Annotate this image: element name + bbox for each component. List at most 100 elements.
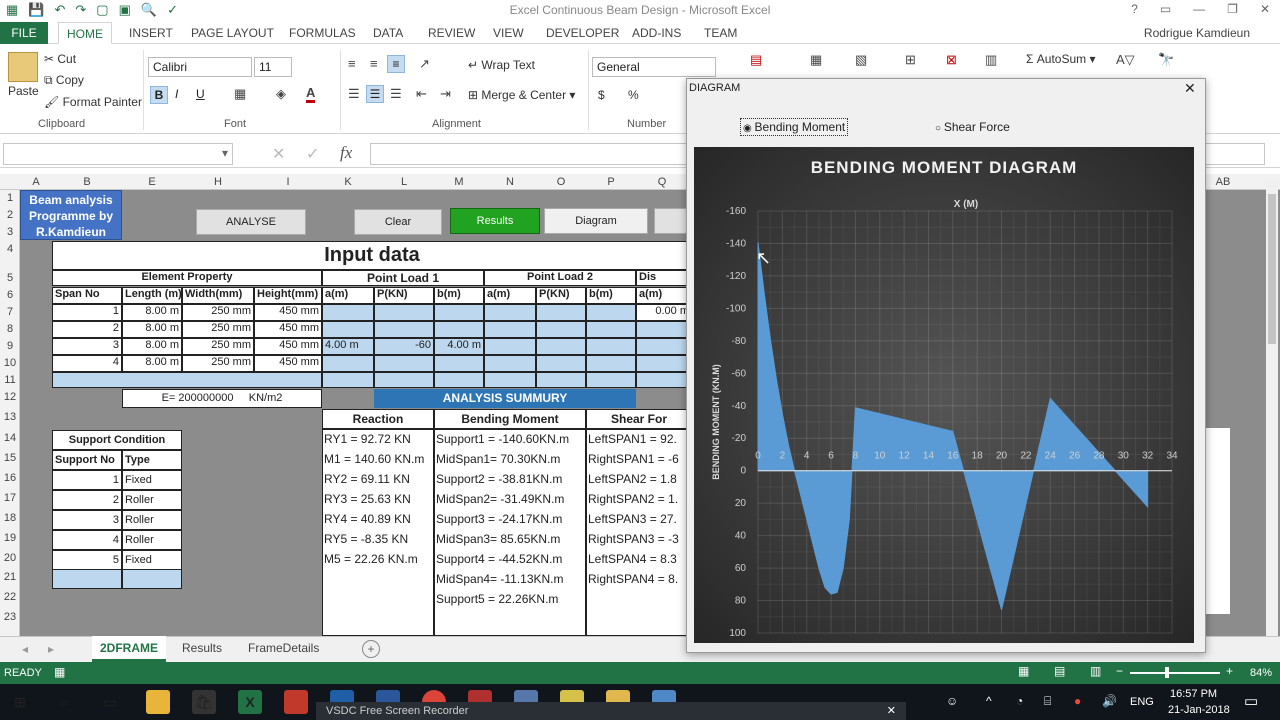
recorder-close-icon[interactable]: ✕ <box>887 702 896 720</box>
sheet-tab-framedetails[interactable]: FrameDetails <box>240 636 327 662</box>
zoom-out-icon[interactable]: − <box>1116 664 1123 678</box>
prev-sheet-icon[interactable]: ◂ <box>22 642 28 656</box>
load2-cell[interactable] <box>536 321 586 338</box>
format-table-icon[interactable]: ▦ <box>810 52 822 68</box>
load2-cell[interactable] <box>536 338 586 355</box>
tab-home[interactable]: HOME <box>58 22 112 44</box>
bold-button[interactable]: B <box>150 86 168 104</box>
span-cell[interactable] <box>322 304 374 321</box>
column-header-cell[interactable]: b(m) <box>434 287 484 304</box>
load2-cell[interactable] <box>484 355 536 372</box>
row-6[interactable]: 6 <box>0 289 20 305</box>
column-header-cell[interactable]: P(KN) <box>374 287 434 304</box>
col-m[interactable]: M <box>434 174 484 190</box>
column-header-cell[interactable]: a(m) <box>484 287 536 304</box>
shear-value[interactable]: RightSPAN4 = 8. <box>588 572 688 586</box>
next-sheet-icon[interactable]: ▸ <box>48 642 54 656</box>
element-property-heading[interactable]: Element Property <box>52 270 322 286</box>
clear-button[interactable]: Clear <box>354 209 442 235</box>
analyse-button[interactable]: ANALYSE <box>196 209 306 235</box>
tab-formulas[interactable]: FORMULAS <box>289 22 356 44</box>
bending-value[interactable]: Support5 = 22.26KN.m <box>436 592 586 606</box>
find-select-icon[interactable]: 🔭 <box>1158 52 1174 68</box>
paste-icon[interactable] <box>8 52 38 82</box>
load2-cell[interactable] <box>536 355 586 372</box>
row-14[interactable]: 14 <box>0 432 20 448</box>
title-cell[interactable]: Beam analysis Programme by R.Kamdieun <box>20 190 122 240</box>
delete-cells-icon[interactable]: ⊠ <box>946 52 957 68</box>
col-a[interactable]: A <box>20 174 52 190</box>
help-icon[interactable]: ? <box>1131 2 1138 16</box>
col-h[interactable]: H <box>182 174 254 190</box>
row-10[interactable]: 10 <box>0 357 20 373</box>
language-indicator[interactable]: ENG <box>1130 696 1154 708</box>
reaction-value[interactable]: M5 = 22.26 KN.m <box>324 552 434 566</box>
row-9[interactable]: 9 <box>0 340 20 356</box>
row-1[interactable]: 1 <box>0 192 20 208</box>
row-18[interactable]: 18 <box>0 512 20 528</box>
col-n[interactable]: N <box>484 174 536 190</box>
row-7[interactable]: 7 <box>0 306 20 322</box>
blank-cell[interactable] <box>322 372 374 388</box>
conditional-formatting-icon[interactable]: ▤ <box>750 52 762 68</box>
span-cell[interactable]: 250 mm <box>182 321 254 338</box>
wifi-icon[interactable]: ◔ <box>1016 694 1023 708</box>
blank-row[interactable] <box>52 372 322 388</box>
shear-value[interactable]: LeftSPAN4 = 8.3 <box>588 552 688 566</box>
reaction-value[interactable]: M1 = 140.60 KN.m <box>324 452 434 466</box>
bending-value[interactable]: Support1 = -140.60KN.m <box>436 432 586 446</box>
support-no-cell[interactable]: 1 <box>52 470 122 490</box>
span-cell[interactable]: 250 mm <box>182 355 254 372</box>
sort-filter-icon[interactable]: A▽ <box>1116 52 1135 68</box>
span-cell[interactable] <box>434 321 484 338</box>
font-name-select[interactable]: Calibri <box>148 57 252 77</box>
bending-moment-heading[interactable]: Bending Moment <box>434 409 586 429</box>
shear-value[interactable]: LeftSPAN1 = 92. <box>588 432 688 446</box>
span-cell[interactable] <box>322 355 374 372</box>
span-cell[interactable]: 250 mm <box>182 338 254 355</box>
row-23[interactable]: 23 <box>0 611 20 627</box>
column-header-cell[interactable]: b(m) <box>586 287 636 304</box>
store-icon[interactable]: 🛍 <box>192 690 216 714</box>
span-cell[interactable]: 2 <box>52 321 122 338</box>
bending-value[interactable]: Support2 = -38.81KN.m <box>436 472 586 486</box>
add-sheet-icon[interactable]: + <box>362 640 380 658</box>
cancel-icon[interactable]: ✕ <box>272 144 285 164</box>
row-11[interactable]: 11 <box>0 374 20 390</box>
shear-value[interactable]: LeftSPAN2 = 1.8 <box>588 472 688 486</box>
people-icon[interactable]: ☺ <box>946 694 958 708</box>
support-type-cell[interactable]: Roller <box>122 530 182 550</box>
reaction-heading[interactable]: Reaction <box>322 409 434 429</box>
tab-file[interactable]: FILE <box>0 22 48 44</box>
format-cells-icon[interactable]: ▥ <box>985 52 997 68</box>
col-e[interactable]: E <box>122 174 182 190</box>
underline-button[interactable]: U <box>196 87 205 101</box>
shear-value[interactable]: LeftSPAN3 = 27. <box>588 512 688 526</box>
name-box[interactable] <box>3 143 233 165</box>
format-painter-button[interactable]: 🖌 Format Painter <box>44 95 142 109</box>
blank-cell[interactable] <box>374 372 434 388</box>
dist-load-cell[interactable] <box>636 338 692 355</box>
restore-icon[interactable]: ❐ <box>1227 2 1238 16</box>
reaction-value[interactable]: RY3 = 25.63 KN <box>324 492 434 506</box>
user-name[interactable]: Rodrigue Kamdieun <box>1144 26 1250 40</box>
span-cell[interactable]: 450 mm <box>254 338 322 355</box>
col-p[interactable]: P <box>586 174 636 190</box>
span-cell[interactable]: -60 <box>374 338 434 355</box>
span-cell[interactable] <box>434 304 484 321</box>
span-cell[interactable]: 4.00 m <box>434 338 484 355</box>
span-cell[interactable] <box>374 355 434 372</box>
tab-insert[interactable]: INSERT <box>129 22 173 44</box>
support-no-cell[interactable]: 3 <box>52 510 122 530</box>
windows-start-icon[interactable]: ⊞ <box>8 690 32 714</box>
decrease-indent-icon[interactable]: ⇤ <box>416 86 427 102</box>
merge-center-button[interactable]: ⊞ Merge & Center ▾ <box>468 88 575 102</box>
zoom-level[interactable]: 84% <box>1250 667 1272 679</box>
support-no-cell[interactable]: 2 <box>52 490 122 510</box>
align-top-icon[interactable]: ≡ <box>348 56 356 71</box>
span-cell[interactable] <box>322 321 374 338</box>
span-cell[interactable]: 4 <box>52 355 122 372</box>
load2-cell[interactable] <box>536 304 586 321</box>
tab-data[interactable]: DATA <box>373 22 403 44</box>
load2-cell[interactable] <box>586 321 636 338</box>
